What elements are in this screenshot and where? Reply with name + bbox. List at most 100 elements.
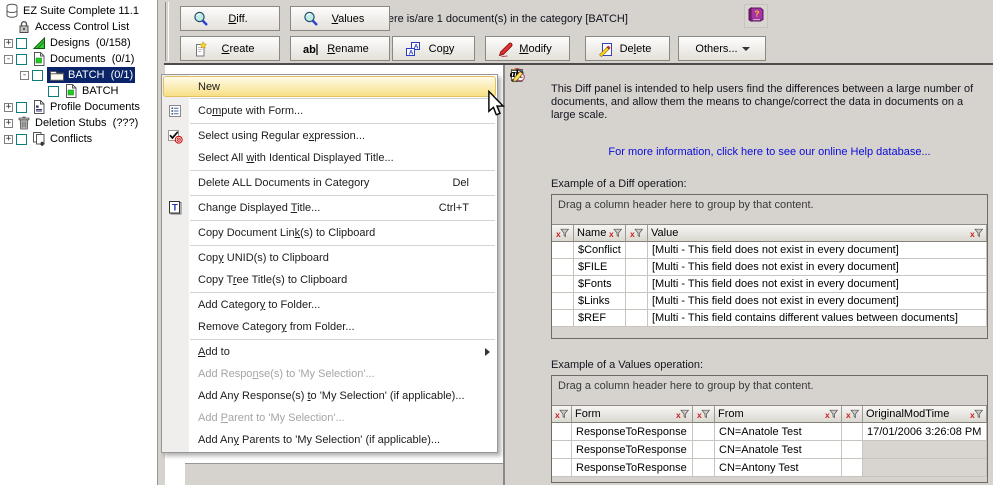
question-icon-cell: ? bbox=[626, 276, 648, 293]
collapse-toggle-icon[interactable]: - bbox=[4, 55, 13, 64]
menu-item-new[interactable]: New bbox=[163, 76, 496, 97]
pen-icon-cell bbox=[693, 441, 715, 459]
tree-item-documents-0-1[interactable]: -Documents (0/1) bbox=[0, 51, 157, 67]
tree-item-designs-0-158[interactable]: +Designs (0/158) bbox=[0, 35, 157, 51]
column-header-from[interactable]: Fromx bbox=[715, 406, 842, 423]
menu-item-select-using-regular-expression[interactable]: Select using Regular expression... bbox=[162, 125, 497, 147]
submenu-arrow-icon bbox=[485, 348, 490, 356]
tree-checkbox[interactable] bbox=[16, 38, 27, 49]
row-indicator-header[interactable]: x bbox=[693, 406, 715, 423]
column-header-value[interactable]: Valuex bbox=[648, 225, 987, 242]
menu-item-remove-category-from-folder[interactable]: Remove Category from Folder... bbox=[162, 316, 497, 338]
diff-button[interactable]: Diff. bbox=[180, 6, 280, 31]
tree-item-deletion-stubs[interactable]: +Deletion Stubs (???) bbox=[0, 115, 157, 131]
form-cell: ResponseToResponse bbox=[572, 441, 693, 459]
horizontal-scrollbar[interactable] bbox=[185, 463, 503, 485]
database-icon bbox=[4, 3, 20, 19]
expand-toggle-icon[interactable]: + bbox=[4, 119, 13, 128]
menu-item-add-to[interactable]: Add to bbox=[162, 341, 497, 363]
menu-item-copy-tree-title-s-to-clipboard[interactable]: Copy Tree Title(s) to Clipboard bbox=[162, 269, 497, 291]
menu-item-copy-document-link-s-to-clipboard[interactable]: Copy Document Link(s) to Clipboard bbox=[162, 222, 497, 244]
diff-grid-row[interactable]: ab$Conflict[Multi - This field does not … bbox=[552, 242, 987, 259]
diff-grid-row[interactable]: $Links?[Multi - This field does not exis… bbox=[552, 293, 987, 310]
tree-item-conflicts[interactable]: +Conflicts bbox=[0, 131, 157, 147]
toolbar: There is/are 1 document(s) in the catego… bbox=[158, 0, 993, 63]
diff-grid-row[interactable]: $REF?[Multi - This field contains differ… bbox=[552, 310, 987, 327]
menu-item-add-any-parents-to-my-selection-if-appli[interactable]: Add Any Parents to 'My Selection' (if ap… bbox=[162, 429, 497, 451]
create-button[interactable]: Create bbox=[180, 36, 280, 61]
from-cell: CN=Antony Test bbox=[715, 459, 842, 477]
diff-grid-row[interactable]: $Fonts?[Multi - This field does not exis… bbox=[552, 276, 987, 293]
menu-item-delete-all-documents-in-category[interactable]: Delete ALL Documents in CategoryDel bbox=[162, 172, 497, 194]
expand-toggle-icon[interactable]: + bbox=[4, 135, 13, 144]
menu-item-copy-unid-s-to-clipboard[interactable]: Copy UNID(s) to Clipboard bbox=[162, 247, 497, 269]
grid-header-row: xNamexxValuex bbox=[552, 225, 987, 242]
tree-item-batch-0-1[interactable]: - BATCH (0/1) bbox=[0, 67, 157, 83]
menu-item-add-any-response-s-to-my-selection-if-ap[interactable]: Add Any Response(s) to 'My Selection' (i… bbox=[162, 385, 497, 407]
delete-button[interactable]: Delete bbox=[585, 36, 670, 61]
name-cell: $Conflict bbox=[574, 242, 626, 259]
selected-tree-item[interactable]: BATCH (0/1) bbox=[47, 67, 135, 83]
tree-checkbox[interactable] bbox=[32, 70, 43, 81]
group-by-panel: Drag a column header here to group by th… bbox=[552, 195, 987, 225]
clock-icon-cell bbox=[842, 423, 863, 441]
expand-toggle-icon[interactable]: + bbox=[4, 103, 13, 112]
tree-item-label: Profile Documents bbox=[50, 101, 140, 113]
help-button[interactable]: ? bbox=[744, 4, 768, 28]
modify-button[interactable]: Modify bbox=[485, 36, 570, 61]
values-button[interactable]: Values bbox=[290, 6, 390, 31]
menu-item-change-displayed-title[interactable]: TChange Displayed Title...Ctrl+T bbox=[162, 197, 497, 219]
filter-icon[interactable]: x bbox=[556, 228, 569, 238]
row-indicator-header[interactable]: x bbox=[626, 225, 648, 242]
tree-checkbox[interactable] bbox=[16, 134, 27, 145]
others-button[interactable]: Others... bbox=[678, 36, 766, 61]
value-cell: [Multi - This field does not exist in ev… bbox=[648, 293, 987, 310]
row-indicator-header[interactable]: x bbox=[552, 225, 574, 242]
delete-icon bbox=[598, 41, 614, 57]
copy-button[interactable]: AACopy bbox=[392, 36, 475, 61]
help-database-link[interactable]: For more information, click here to see … bbox=[551, 146, 988, 158]
menu-item-compute-with-form[interactable]: Compute with Form... bbox=[162, 100, 497, 122]
column-header-originalmodtime[interactable]: OriginalModTimex bbox=[863, 406, 987, 423]
column-header-form[interactable]: Formx bbox=[572, 406, 693, 423]
tree-checkbox[interactable] bbox=[48, 86, 59, 97]
value-cell: [Multi - This field contains different v… bbox=[648, 310, 987, 327]
filter-icon[interactable]: x bbox=[609, 228, 622, 238]
tree-item-label: EZ Suite Complete 11.1 bbox=[23, 5, 139, 17]
collapse-toggle-icon[interactable]: - bbox=[20, 71, 29, 80]
values-grid-row[interactable]: abResponseToResponseCN=Anatole Test17/01… bbox=[552, 423, 987, 441]
filter-icon[interactable]: x bbox=[970, 228, 983, 238]
filter-icon[interactable]: x bbox=[970, 409, 983, 419]
column-header-name[interactable]: Namex bbox=[574, 225, 626, 242]
filter-icon[interactable]: x bbox=[697, 409, 710, 419]
row-indicator-header[interactable]: x bbox=[842, 406, 863, 423]
tree-item-access-control-list[interactable]: Access Control List bbox=[0, 19, 157, 35]
tree-item-ez-suite-complete-11-1[interactable]: EZ Suite Complete 11.1 bbox=[0, 3, 157, 19]
value-cell: [Multi - This field does not exist in ev… bbox=[648, 259, 987, 276]
tree-item-batch[interactable]: BATCH bbox=[0, 83, 157, 99]
tree-item-profile-documents[interactable]: + Profile Documents bbox=[0, 99, 157, 115]
menu-item-select-all-with-identical-displayed-titl[interactable]: Select All with Identical Displayed Titl… bbox=[162, 147, 497, 169]
filter-icon[interactable]: x bbox=[630, 228, 643, 238]
tree-checkbox[interactable] bbox=[16, 102, 27, 113]
menu-item-add-parent-to-my-selection: Add Parent to 'My Selection'... bbox=[162, 407, 497, 429]
filter-icon[interactable]: x bbox=[825, 409, 838, 419]
filter-icon[interactable]: x bbox=[846, 409, 859, 419]
diff-grid-row[interactable]: $FILE?[Multi - This field does not exist… bbox=[552, 259, 987, 276]
application-window: EZ Suite Complete 11.1 Access Control Lis… bbox=[0, 0, 993, 485]
rename-button[interactable]: abRename bbox=[290, 36, 390, 61]
expand-toggle-icon[interactable]: + bbox=[4, 39, 13, 48]
tree-checkbox[interactable] bbox=[16, 54, 27, 65]
values-grid-row[interactable]: abResponseToResponseCN=Anatole Test bbox=[552, 441, 987, 459]
menu-item-label: Remove Category from Folder... bbox=[198, 321, 491, 333]
delete-button-label: Delete bbox=[614, 43, 657, 55]
question-icon-cell: ? bbox=[626, 310, 648, 327]
filter-icon[interactable]: x bbox=[555, 409, 568, 419]
filter-icon[interactable]: x bbox=[676, 409, 689, 419]
values-grid-row[interactable]: abResponseToResponseCN=Antony Test bbox=[552, 459, 987, 477]
row-indicator-header[interactable]: x bbox=[552, 406, 572, 423]
menu-item-label: Add Parent to 'My Selection'... bbox=[198, 412, 491, 424]
column-header-label: OriginalModTime bbox=[866, 408, 968, 420]
designs-icon bbox=[31, 35, 47, 51]
menu-item-add-category-to-folder[interactable]: Add Category to Folder... bbox=[162, 294, 497, 316]
